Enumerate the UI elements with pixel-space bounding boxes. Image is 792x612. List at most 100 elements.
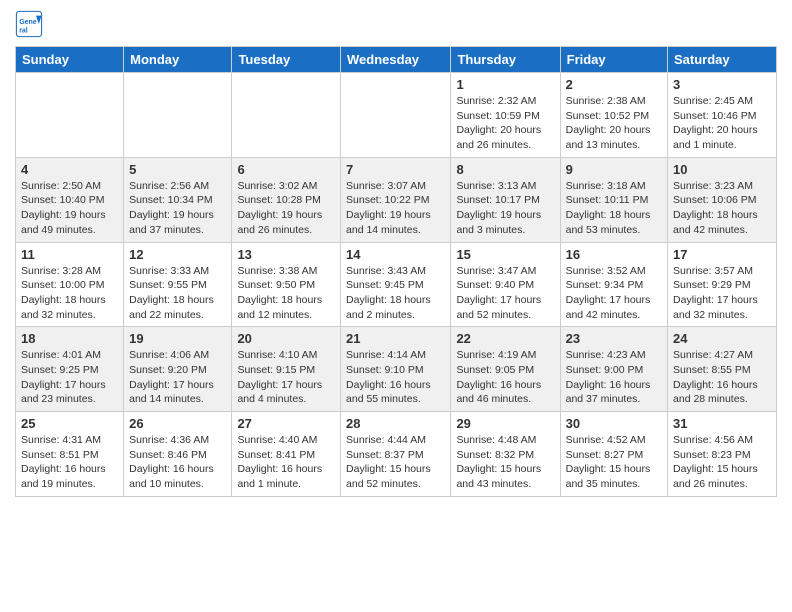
calendar-week-2: 4Sunrise: 2:50 AM Sunset: 10:40 PM Dayli… <box>16 157 777 242</box>
calendar-cell: 26 Sunrise: 4:36 AM Sunset: 8:46 PM Dayli… <box>124 412 232 497</box>
page-header: Gene ral <box>15 10 777 38</box>
calendar-cell <box>341 73 451 158</box>
day-number: 22 <box>456 331 554 346</box>
day-info: Sunrise: 2:56 AM Sunset: 10:34 PM Daylig… <box>129 179 226 238</box>
calendar-cell <box>124 73 232 158</box>
day-info: Sunrise: 3:23 AM Sunset: 10:06 PM Daylig… <box>673 179 771 238</box>
weekday-friday: Friday <box>560 47 667 73</box>
weekday-thursday: Thursday <box>451 47 560 73</box>
day-info: Sunrise: 3:33 AM Sunset: 9:55 PM Dayligh… <box>129 264 226 323</box>
weekday-monday: Monday <box>124 47 232 73</box>
day-info: Sunrise: 4:56 AM Sunset: 8:23 PM Dayligh… <box>673 433 771 492</box>
calendar-cell: 7 Sunrise: 3:07 AM Sunset: 10:22 PM Dayli… <box>341 157 451 242</box>
calendar-cell <box>16 73 124 158</box>
day-number: 19 <box>129 331 226 346</box>
day-number: 21 <box>346 331 445 346</box>
day-number: 27 <box>237 416 335 431</box>
day-info: Sunrise: 2:45 AM Sunset: 10:46 PM Daylig… <box>673 94 771 153</box>
day-number: 28 <box>346 416 445 431</box>
calendar-cell: 17Sunrise: 3:57 AM Sunset: 9:29 PM Dayli… <box>668 242 777 327</box>
day-info: Sunrise: 3:47 AM Sunset: 9:40 PM Dayligh… <box>456 264 554 323</box>
weekday-sunday: Sunday <box>16 47 124 73</box>
calendar-cell: 10 Sunrise: 3:23 AM Sunset: 10:06 PM Dayl… <box>668 157 777 242</box>
day-number: 7 <box>346 162 445 177</box>
day-info: Sunrise: 3:43 AM Sunset: 9:45 PM Dayligh… <box>346 264 445 323</box>
calendar-cell: 28 Sunrise: 4:44 AM Sunset: 8:37 PM Dayli… <box>341 412 451 497</box>
calendar-cell: 19 Sunrise: 4:06 AM Sunset: 9:20 PM Dayli… <box>124 327 232 412</box>
day-number: 1 <box>456 77 554 92</box>
calendar-cell: 1 Sunrise: 2:32 AM Sunset: 10:59 PM Dayli… <box>451 73 560 158</box>
day-number: 25 <box>21 416 118 431</box>
day-info: Sunrise: 2:38 AM Sunset: 10:52 PM Daylig… <box>566 94 662 153</box>
day-info: Sunrise: 2:32 AM Sunset: 10:59 PM Daylig… <box>456 94 554 153</box>
calendar-cell: 30Sunrise: 4:52 AM Sunset: 8:27 PM Dayli… <box>560 412 667 497</box>
page-container: Gene ral SundayMondayTuesdayWednesdayThu… <box>0 0 792 507</box>
calendar-cell: 12 Sunrise: 3:33 AM Sunset: 9:55 PM Dayli… <box>124 242 232 327</box>
day-number: 13 <box>237 247 335 262</box>
day-number: 18 <box>21 331 118 346</box>
calendar-cell: 8 Sunrise: 3:13 AM Sunset: 10:17 PM Dayli… <box>451 157 560 242</box>
day-number: 16 <box>566 247 662 262</box>
day-number: 29 <box>456 416 554 431</box>
day-number: 26 <box>129 416 226 431</box>
calendar-cell: 2Sunrise: 2:38 AM Sunset: 10:52 PM Dayli… <box>560 73 667 158</box>
calendar-cell: 24 Sunrise: 4:27 AM Sunset: 8:55 PM Dayli… <box>668 327 777 412</box>
weekday-header-row: SundayMondayTuesdayWednesdayThursdayFrid… <box>16 47 777 73</box>
day-info: Sunrise: 4:10 AM Sunset: 9:15 PM Dayligh… <box>237 348 335 407</box>
day-info: Sunrise: 3:07 AM Sunset: 10:22 PM Daylig… <box>346 179 445 238</box>
day-info: Sunrise: 4:27 AM Sunset: 8:55 PM Dayligh… <box>673 348 771 407</box>
day-number: 14 <box>346 247 445 262</box>
day-number: 9 <box>566 162 662 177</box>
day-number: 5 <box>129 162 226 177</box>
logo-icon: Gene ral <box>15 10 43 38</box>
day-info: Sunrise: 4:36 AM Sunset: 8:46 PM Dayligh… <box>129 433 226 492</box>
day-number: 24 <box>673 331 771 346</box>
day-info: Sunrise: 4:40 AM Sunset: 8:41 PM Dayligh… <box>237 433 335 492</box>
calendar-week-4: 18 Sunrise: 4:01 AM Sunset: 9:25 PM Dayli… <box>16 327 777 412</box>
svg-text:ral: ral <box>19 27 28 34</box>
calendar-cell: 20Sunrise: 4:10 AM Sunset: 9:15 PM Dayli… <box>232 327 341 412</box>
calendar-cell: 3 Sunrise: 2:45 AM Sunset: 10:46 PM Dayli… <box>668 73 777 158</box>
logo: Gene ral <box>15 10 47 38</box>
calendar-cell: 15Sunrise: 3:47 AM Sunset: 9:40 PM Dayli… <box>451 242 560 327</box>
day-number: 11 <box>21 247 118 262</box>
day-info: Sunrise: 3:38 AM Sunset: 9:50 PM Dayligh… <box>237 264 335 323</box>
calendar-week-5: 25Sunrise: 4:31 AM Sunset: 8:51 PM Dayli… <box>16 412 777 497</box>
calendar-cell: 5 Sunrise: 2:56 AM Sunset: 10:34 PM Dayli… <box>124 157 232 242</box>
calendar-week-1: 1 Sunrise: 2:32 AM Sunset: 10:59 PM Dayli… <box>16 73 777 158</box>
calendar-cell: 21 Sunrise: 4:14 AM Sunset: 9:10 PM Dayli… <box>341 327 451 412</box>
calendar-cell: 16 Sunrise: 3:52 AM Sunset: 9:34 PM Dayli… <box>560 242 667 327</box>
day-number: 31 <box>673 416 771 431</box>
day-number: 10 <box>673 162 771 177</box>
day-number: 12 <box>129 247 226 262</box>
day-info: Sunrise: 4:01 AM Sunset: 9:25 PM Dayligh… <box>21 348 118 407</box>
calendar-cell: 23 Sunrise: 4:23 AM Sunset: 9:00 PM Dayli… <box>560 327 667 412</box>
day-info: Sunrise: 3:02 AM Sunset: 10:28 PM Daylig… <box>237 179 335 238</box>
calendar-week-3: 11 Sunrise: 3:28 AM Sunset: 10:00 PM Dayl… <box>16 242 777 327</box>
calendar-cell: 25Sunrise: 4:31 AM Sunset: 8:51 PM Dayli… <box>16 412 124 497</box>
day-info: Sunrise: 4:23 AM Sunset: 9:00 PM Dayligh… <box>566 348 662 407</box>
svg-text:Gene: Gene <box>19 19 37 26</box>
day-info: Sunrise: 4:44 AM Sunset: 8:37 PM Dayligh… <box>346 433 445 492</box>
day-info: Sunrise: 4:48 AM Sunset: 8:32 PM Dayligh… <box>456 433 554 492</box>
day-info: Sunrise: 3:13 AM Sunset: 10:17 PM Daylig… <box>456 179 554 238</box>
calendar-cell: 31 Sunrise: 4:56 AM Sunset: 8:23 PM Dayli… <box>668 412 777 497</box>
day-number: 4 <box>21 162 118 177</box>
calendar-cell: 9Sunrise: 3:18 AM Sunset: 10:11 PM Dayli… <box>560 157 667 242</box>
day-number: 17 <box>673 247 771 262</box>
day-number: 6 <box>237 162 335 177</box>
calendar-cell: 29 Sunrise: 4:48 AM Sunset: 8:32 PM Dayli… <box>451 412 560 497</box>
day-number: 3 <box>673 77 771 92</box>
calendar-cell: 4Sunrise: 2:50 AM Sunset: 10:40 PM Dayli… <box>16 157 124 242</box>
calendar-cell: 11 Sunrise: 3:28 AM Sunset: 10:00 PM Dayl… <box>16 242 124 327</box>
day-number: 8 <box>456 162 554 177</box>
day-info: Sunrise: 4:14 AM Sunset: 9:10 PM Dayligh… <box>346 348 445 407</box>
calendar-cell: 13 Sunrise: 3:38 AM Sunset: 9:50 PM Dayli… <box>232 242 341 327</box>
day-info: Sunrise: 4:06 AM Sunset: 9:20 PM Dayligh… <box>129 348 226 407</box>
calendar-cell: 27 Sunrise: 4:40 AM Sunset: 8:41 PM Dayli… <box>232 412 341 497</box>
day-info: Sunrise: 3:28 AM Sunset: 10:00 PM Daylig… <box>21 264 118 323</box>
weekday-wednesday: Wednesday <box>341 47 451 73</box>
day-info: Sunrise: 3:52 AM Sunset: 9:34 PM Dayligh… <box>566 264 662 323</box>
day-number: 23 <box>566 331 662 346</box>
calendar-table: SundayMondayTuesdayWednesdayThursdayFrid… <box>15 46 777 497</box>
